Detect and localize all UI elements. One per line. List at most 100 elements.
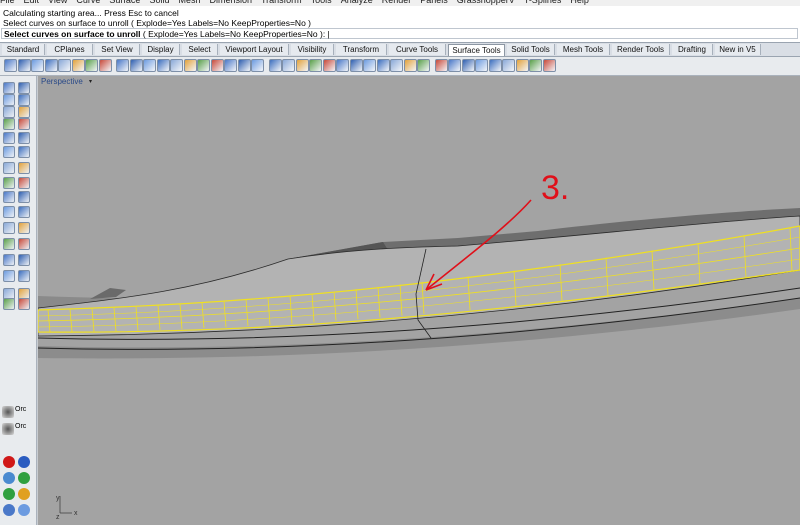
tool-icon[interactable] [18, 298, 30, 310]
menu-item[interactable]: View [48, 0, 67, 5]
tool-icon[interactable] [18, 106, 30, 118]
render-tool-icon[interactable] [18, 456, 30, 468]
tab-curve-tools[interactable]: Curve Tools [389, 44, 446, 55]
tool-icon[interactable] [3, 238, 15, 250]
menu-item[interactable]: Tools [311, 0, 332, 5]
render-tool-icon[interactable] [3, 456, 15, 468]
menu-item[interactable]: GrasshopperV [457, 0, 515, 5]
surface-tool-icon[interactable] [183, 59, 197, 72]
tool-icon[interactable] [3, 206, 15, 218]
surface-tool-icon[interactable] [156, 59, 170, 72]
menu-item[interactable]: Help [570, 0, 589, 5]
render-tool-icon[interactable] [3, 488, 15, 500]
surface-tool-icon[interactable] [251, 59, 264, 72]
menu-item[interactable]: Mesh [178, 0, 200, 5]
tool-icon[interactable] [3, 146, 15, 158]
surface-tool-icon[interactable] [461, 59, 475, 72]
render-tool-icon[interactable] [3, 504, 15, 516]
menu-item[interactable]: Render [382, 0, 412, 5]
tool-icon[interactable] [3, 106, 15, 118]
surface-tool-icon[interactable] [475, 59, 488, 72]
surface-tool-icon[interactable] [403, 59, 417, 72]
surface-tool-icon[interactable] [197, 59, 210, 72]
surface-tool-icon[interactable] [322, 59, 336, 72]
tool-icon[interactable] [18, 222, 30, 234]
tool-icon[interactable] [3, 118, 15, 130]
model-canvas[interactable]: 3. y x z [38, 76, 800, 525]
tool-icon[interactable] [18, 82, 30, 94]
menu-item[interactable]: Analyze [341, 0, 373, 5]
osnap-label[interactable]: Orc [15, 423, 26, 430]
surface-tool-icon[interactable] [309, 59, 322, 72]
surface-tool-icon[interactable] [502, 59, 515, 72]
tool-icon[interactable] [3, 270, 15, 282]
tool-icon[interactable] [3, 94, 15, 106]
perspective-viewport[interactable]: 3. y x z [38, 76, 800, 525]
menu-item[interactable]: Edit [24, 0, 40, 5]
tab-standard[interactable]: Standard [2, 44, 45, 55]
tool-icon[interactable] [3, 82, 15, 94]
menu-item[interactable]: Dimension [209, 0, 252, 5]
tool-icon[interactable] [3, 191, 15, 203]
tab-set-view[interactable]: Set View [95, 44, 140, 55]
surface-tool-icon[interactable] [282, 59, 295, 72]
tab-surface-tools[interactable]: Surface Tools [448, 44, 505, 56]
render-tool-icon[interactable] [3, 472, 15, 484]
surface-tool-icon[interactable] [390, 59, 403, 72]
surface-tool-icon[interactable] [170, 59, 183, 72]
surface-tool-icon[interactable] [58, 59, 71, 72]
tab-display[interactable]: Display [142, 44, 180, 55]
menu-item[interactable]: Solid [149, 0, 169, 5]
surface-tool-icon[interactable] [31, 59, 44, 72]
osnap-icon[interactable] [2, 423, 14, 435]
surface-tool-icon[interactable] [363, 59, 376, 72]
surface-tool-icon[interactable] [529, 59, 542, 72]
viewport-menu-arrow-icon[interactable]: ▾ [89, 78, 96, 86]
surface-tool-icon[interactable] [17, 59, 31, 72]
tab-visibility[interactable]: Visibility [291, 44, 334, 55]
surface-tool-icon[interactable] [210, 59, 224, 72]
osnap-icon[interactable] [2, 406, 14, 418]
surface-tool-icon[interactable] [129, 59, 143, 72]
menu-item[interactable]: Curve [76, 0, 100, 5]
menu-item[interactable]: T-Splines [524, 0, 562, 5]
render-tool-icon[interactable] [18, 504, 30, 516]
tool-icon[interactable] [18, 238, 30, 250]
surface-tool-icon[interactable] [336, 59, 349, 72]
surface-tool-icon[interactable] [237, 59, 251, 72]
tool-icon[interactable] [18, 177, 30, 189]
surface-tool-icon[interactable] [268, 59, 282, 72]
tab-select[interactable]: Select [182, 44, 218, 55]
surface-tool-icon[interactable] [417, 59, 430, 72]
osnap-label[interactable]: Orc [15, 406, 26, 413]
surface-tool-icon[interactable] [515, 59, 529, 72]
tool-icon[interactable] [18, 254, 30, 266]
tab-viewport-layout[interactable]: Viewport Layout [220, 44, 289, 55]
surface-tool-icon[interactable] [116, 59, 129, 72]
viewport-title[interactable]: Perspective [38, 76, 83, 88]
tool-icon[interactable] [3, 222, 15, 234]
tool-icon[interactable] [3, 162, 15, 174]
tool-icon[interactable] [3, 177, 15, 189]
tool-icon[interactable] [18, 270, 30, 282]
command-prompt-input[interactable]: Select curves on surface to unroll ( Exp… [1, 28, 798, 39]
tab-render-tools[interactable]: Render Tools [612, 44, 670, 55]
tool-icon[interactable] [3, 254, 15, 266]
surface-tool-icon[interactable] [143, 59, 156, 72]
tab-cplanes[interactable]: CPlanes [47, 44, 93, 55]
surface-tool-icon[interactable] [295, 59, 309, 72]
surface-tool-icon[interactable] [448, 59, 461, 72]
tab-mesh-tools[interactable]: Mesh Tools [557, 44, 610, 55]
tool-icon[interactable] [18, 94, 30, 106]
tab-transform[interactable]: Transform [336, 44, 387, 55]
surface-tool-icon[interactable] [44, 59, 58, 72]
surface-tool-icon[interactable] [488, 59, 502, 72]
surface-tool-icon[interactable] [349, 59, 363, 72]
tool-icon[interactable] [3, 298, 15, 310]
surface-tool-icon[interactable] [98, 59, 112, 72]
tab-drafting[interactable]: Drafting [672, 44, 713, 55]
tab-new-in-v5[interactable]: New in V5 [715, 44, 761, 55]
menu-item[interactable]: Transform [261, 0, 302, 5]
render-tool-icon[interactable] [18, 472, 30, 484]
tab-solid-tools[interactable]: Solid Tools [507, 44, 555, 55]
